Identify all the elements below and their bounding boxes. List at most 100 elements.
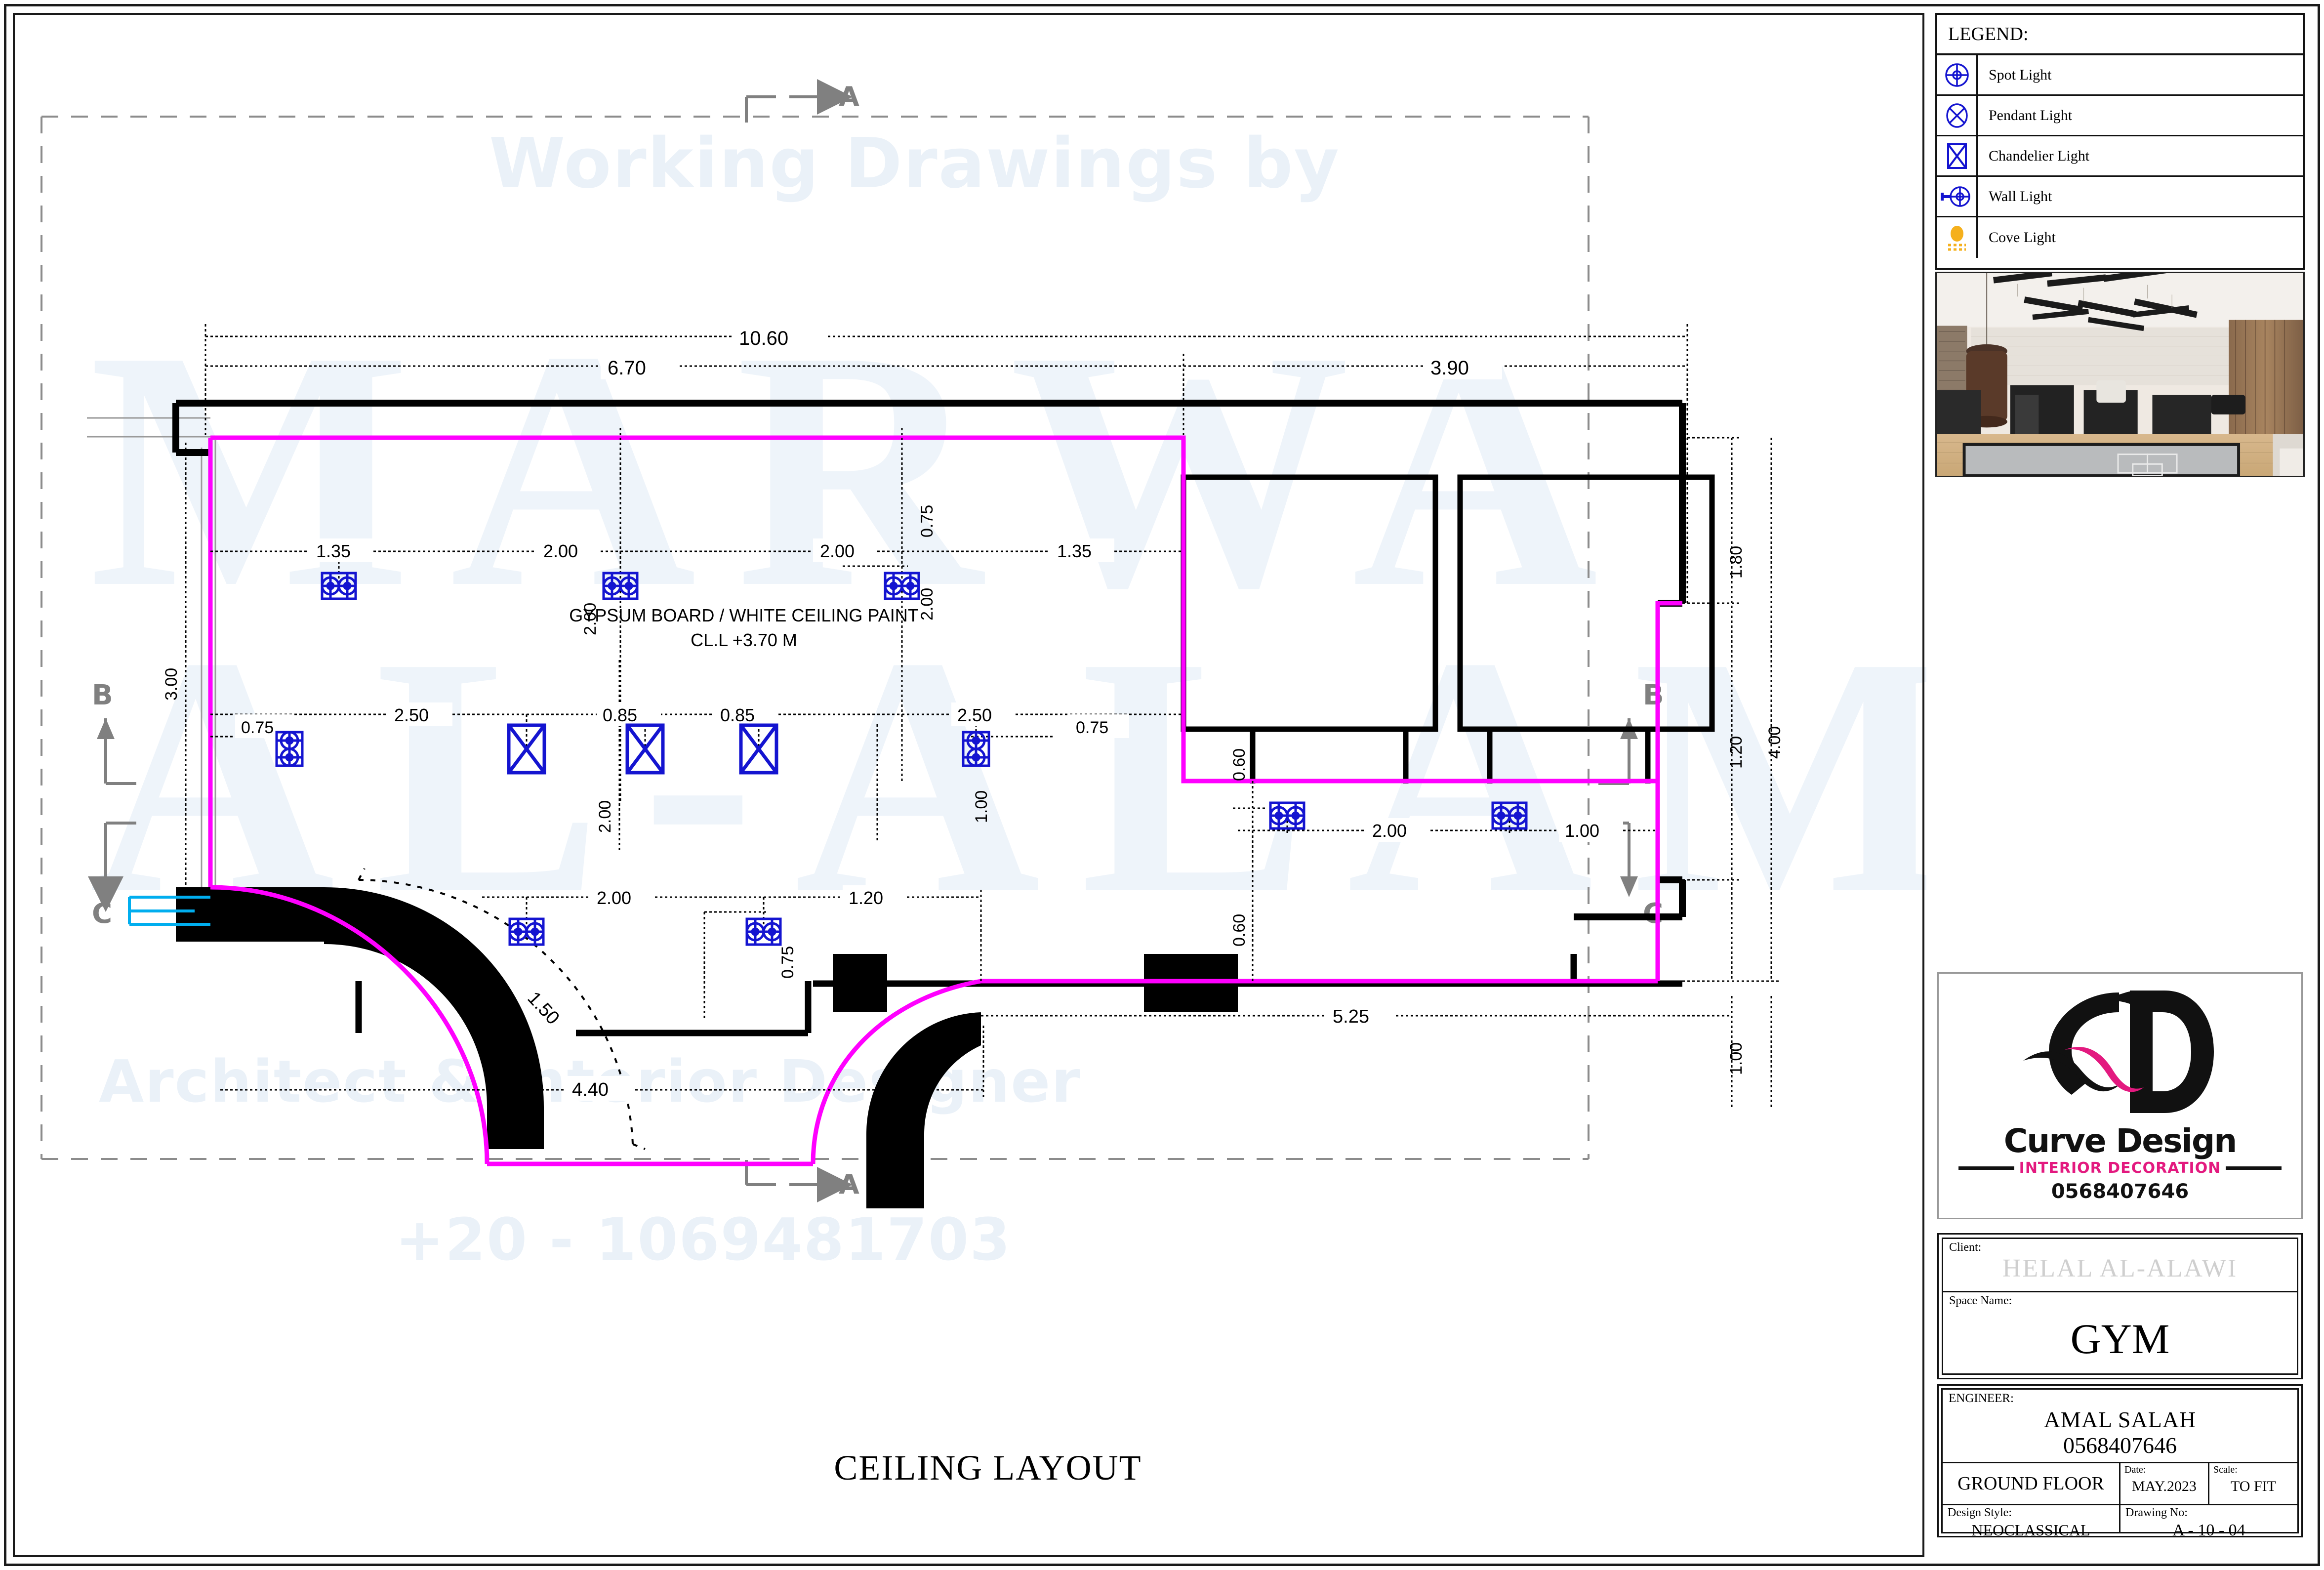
ceiling-plan-drawing: A A B C B C 1.50 10.60 6.70 3.90 1.35 2.…	[13, 13, 1924, 1557]
dim-pend-250a: 2.50	[394, 705, 429, 725]
style-label: Design Style:	[1948, 1506, 2012, 1519]
scale-label: Scale:	[2213, 1464, 2238, 1475]
legend-label-wall-light: Wall Light	[1989, 188, 2052, 205]
dim-pend-085a: 0.85	[603, 705, 637, 725]
dim-spot-4: 1.35	[1057, 541, 1092, 561]
floor-value: GROUND FLOOR	[1943, 1463, 2120, 1504]
dim-door-radius: 1.50	[523, 988, 563, 1029]
dim-top-left-span: 6.70	[608, 357, 646, 379]
engineer-row: ENGINEER: AMAL SALAH 0568407646	[1943, 1390, 2297, 1463]
section-marker-bc-left	[88, 718, 136, 912]
dim-spot-1: 1.35	[316, 541, 351, 561]
right-column: LEGEND: Spot Light Pendant Light Chandel…	[1931, 13, 2312, 1557]
spot-light-icon	[1937, 55, 1978, 94]
space-value: GYM	[2070, 1315, 2170, 1363]
arrow-head-c-right	[1620, 876, 1638, 897]
style-drawingno-row: Design Style: NEOCLASSICAL Drawing No: A…	[1943, 1505, 2297, 1539]
section-label-b-left: B	[92, 679, 113, 711]
dim-right-060a: 0.60	[1230, 748, 1249, 781]
wall-lines	[172, 400, 1682, 456]
engineer-phone: 0568407646	[2063, 1433, 2177, 1458]
dim-spot-v-075: 0.75	[918, 505, 937, 537]
dimension-lines-pendantrow	[185, 443, 1183, 885]
dim-right-200: 2.00	[1372, 821, 1407, 841]
style-value: NEOCLASSICAL	[1971, 1521, 2090, 1539]
engineer-name: AMAL SALAH	[2043, 1407, 2197, 1432]
client-label: Client:	[1949, 1241, 1982, 1254]
logo-subtitle-row: INTERIOR DECORATION	[1939, 1159, 2301, 1177]
logo-phone: 0568407646	[2051, 1180, 2189, 1203]
floor-date-scale-row: GROUND FLOOR Date: MAY.2023 Scale: TO FI…	[1943, 1463, 2297, 1505]
legend-row-spot-light: Spot Light	[1937, 55, 2303, 96]
arrow-head-c-left	[97, 876, 115, 897]
arrow-head-b-left	[97, 718, 115, 739]
legend-panel: LEGEND: Spot Light Pendant Light Chandel…	[1935, 13, 2305, 270]
gym-render-image	[1935, 272, 2305, 477]
section-label-a-bottom: A	[839, 1169, 859, 1200]
style-cell: Design Style: NEOCLASSICAL	[1943, 1505, 2120, 1539]
space-row: Space Name: GYM	[1943, 1292, 2297, 1376]
dim-right-120: 1.20	[1727, 736, 1746, 769]
drawing-no-label: Drawing No:	[2125, 1506, 2188, 1519]
logo-rule-left	[1958, 1166, 2014, 1170]
dim-right-060b: 0.60	[1230, 914, 1249, 947]
bottom-wall-lines	[355, 954, 1682, 1036]
dim-pend-250b: 2.50	[957, 705, 992, 725]
plan-grid-extents	[41, 116, 1590, 1160]
dim-lower-v-075: 0.75	[778, 946, 797, 979]
legend-row-chandelier-light: Chandelier Light	[1937, 136, 2303, 177]
ceiling-note-line-1: GYPSUM BOARD / WHITE CEILING PAINT	[569, 605, 918, 625]
client-value: HELAL AL-ALAWI	[2002, 1254, 2238, 1282]
date-cell: Date: MAY.2023	[2120, 1463, 2209, 1504]
logo-rule-right	[2226, 1166, 2282, 1170]
dim-right-100b: 1.00	[1727, 1042, 1746, 1075]
dim-pend-085b: 0.85	[720, 705, 755, 725]
drawing-title: CEILING LAYOUT	[834, 1448, 1142, 1487]
dim-spot-3: 2.00	[820, 541, 855, 561]
legend-label-pendant-light: Pendant Light	[1989, 107, 2073, 124]
dim-v-100: 1.00	[972, 790, 991, 823]
ceiling-note-line-2: CL.L +3.70 M	[691, 630, 797, 650]
section-label-c-left: C	[92, 898, 112, 930]
engineer-label: ENGINEER:	[1949, 1392, 2014, 1405]
dim-spot-2: 2.00	[543, 541, 578, 561]
space-label: Space Name:	[1949, 1294, 2012, 1307]
dim-lower-200: 2.00	[597, 888, 631, 908]
engineer-block: ENGINEER: AMAL SALAH 0568407646 GROUND F…	[1937, 1384, 2303, 1539]
section-marker-a-top	[745, 79, 853, 123]
chandelier-light-icon	[1937, 136, 1978, 175]
client-row: Client: HELAL AL-ALAWI	[1943, 1239, 2297, 1292]
dim-bottom-440: 4.40	[572, 1079, 609, 1100]
section-marker-bc-right	[1598, 718, 1631, 882]
dim-overall-top: 10.60	[739, 328, 788, 349]
legend-label-chandelier-light: Chandelier Light	[1989, 147, 2090, 164]
dim-right-400: 4.00	[1765, 726, 1784, 759]
solid-wall-blocks	[176, 887, 1238, 1208]
cove-light-icon	[1937, 217, 1978, 258]
dim-pend-075a: 0.75	[241, 718, 274, 737]
dim-right-100: 1.00	[1565, 821, 1599, 841]
dim-right-180: 1.80	[1727, 546, 1746, 578]
dim-pend-075b: 0.75	[1076, 718, 1108, 737]
date-label: Date:	[2124, 1464, 2146, 1475]
dim-lower-120: 1.20	[849, 888, 883, 908]
fixture-chandelier-light	[507, 723, 778, 775]
dimension-lines-lowerrow	[482, 890, 982, 1021]
legend-label-cove-light: Cove Light	[1989, 229, 2056, 246]
scale-cell: Scale: TO FIT	[2209, 1463, 2297, 1504]
date-value: MAY.2023	[2132, 1478, 2197, 1494]
curve-design-monogram-icon	[2023, 991, 2214, 1113]
reference-lines	[87, 417, 1659, 918]
legend-row-wall-light: Wall Light	[1937, 177, 2303, 217]
wall-light-icon	[1937, 177, 1978, 216]
pendant-light-icon	[1937, 96, 1978, 135]
client-space-block: Client: HELAL AL-ALAWI Space Name: GYM	[1937, 1233, 2303, 1379]
dim-spot-v-200: 2.00	[918, 588, 937, 620]
drawing-no-value: A - 10 - 04	[2172, 1521, 2245, 1539]
legend-label-spot-light: Spot Light	[1989, 66, 2052, 83]
legend-title: LEGEND:	[1937, 15, 2303, 55]
dimension-lines-rightside	[1682, 437, 1781, 1110]
section-label-b-right: B	[1643, 679, 1664, 711]
dim-top-right-span: 3.90	[1430, 357, 1469, 379]
dim-v-300: 3.00	[162, 668, 181, 701]
